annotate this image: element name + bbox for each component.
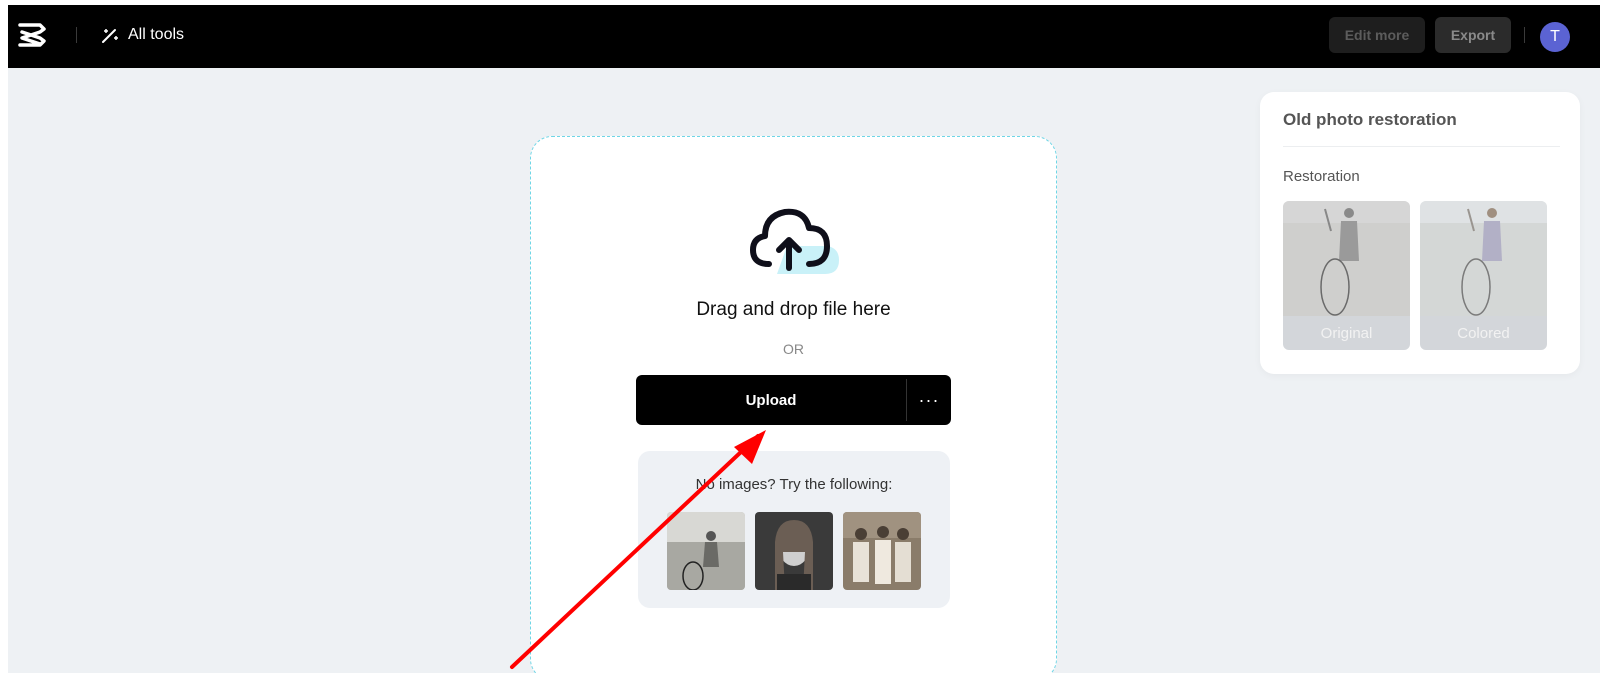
option-label: Colored bbox=[1420, 316, 1547, 350]
upload-button[interactable]: Upload bbox=[636, 375, 906, 425]
sample-images-box: No images? Try the following: bbox=[638, 451, 950, 608]
colored-preview-image bbox=[1420, 201, 1547, 316]
export-button[interactable]: Export bbox=[1435, 17, 1511, 53]
or-separator: OR bbox=[783, 341, 804, 357]
avatar[interactable]: T bbox=[1540, 22, 1570, 52]
capcut-logo-icon[interactable] bbox=[18, 22, 46, 48]
cloud-upload-icon bbox=[750, 208, 839, 274]
more-upload-options-button[interactable]: ··· bbox=[907, 375, 951, 425]
app-window: All tools Edit more Export T Drag and dr… bbox=[8, 5, 1600, 673]
divider bbox=[1524, 27, 1525, 43]
edit-more-button[interactable]: Edit more bbox=[1329, 17, 1425, 53]
divider bbox=[1283, 146, 1560, 147]
option-label: Original bbox=[1283, 316, 1410, 350]
original-preview-image bbox=[1283, 201, 1410, 316]
upload-dropzone[interactable]: Drag and drop file here OR Upload ··· No… bbox=[530, 136, 1057, 673]
sample-image[interactable] bbox=[667, 512, 745, 590]
all-tools-button[interactable]: All tools bbox=[100, 23, 184, 47]
divider bbox=[76, 27, 77, 43]
top-bar: All tools Edit more Export T bbox=[8, 5, 1600, 68]
section-label: Restoration bbox=[1283, 168, 1360, 185]
sample-image[interactable] bbox=[843, 512, 921, 590]
samples-title: No images? Try the following: bbox=[695, 476, 893, 493]
sample-image[interactable] bbox=[755, 512, 833, 590]
panel-title: Old photo restoration bbox=[1283, 110, 1457, 129]
option-colored[interactable]: Colored bbox=[1420, 201, 1547, 350]
option-original[interactable]: Original bbox=[1283, 201, 1410, 350]
restoration-panel: Old photo restoration Restoration Origin… bbox=[1260, 92, 1580, 374]
magic-wand-icon bbox=[102, 29, 118, 43]
dropzone-title: Drag and drop file here bbox=[696, 299, 891, 320]
upload-button-group: Upload ··· bbox=[636, 375, 951, 425]
all-tools-label: All tools bbox=[128, 26, 185, 43]
